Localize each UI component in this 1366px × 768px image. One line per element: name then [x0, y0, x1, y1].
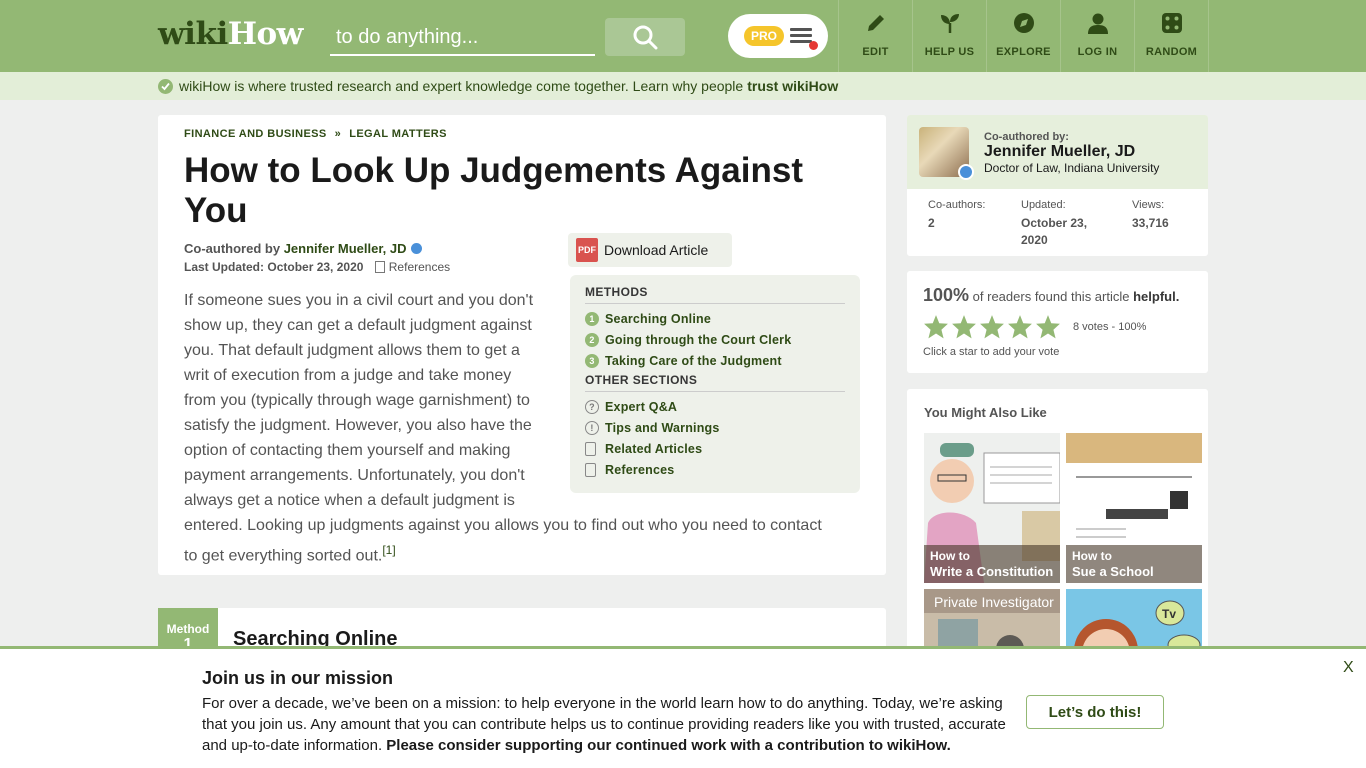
download-article-button[interactable]: PDF Download Article — [568, 233, 732, 267]
toc-related-articles[interactable]: Related Articles — [585, 438, 845, 459]
dice-icon — [1159, 10, 1185, 36]
banner-title: Join us in our mission — [202, 668, 394, 688]
citation-link[interactable]: [1] — [382, 543, 395, 557]
document-icon — [585, 462, 596, 477]
author-card: Co-authored by: Jennifer Mueller, JD Doc… — [907, 115, 1208, 256]
toc-method-3[interactable]: 3 Taking Care of the Judgment — [585, 350, 845, 371]
sprout-icon — [937, 10, 963, 36]
page-title: How to Look Up Judgements Against You — [184, 151, 803, 230]
helpful-summary: 100% of readers found this article helpf… — [923, 285, 1180, 305]
toc-method-1[interactable]: 1 Searching Online — [585, 308, 845, 329]
helpful-card: 100% of readers found this article helpf… — [907, 271, 1208, 373]
thumb-label: Private Investigator — [934, 594, 1054, 610]
nav-log-in[interactable]: LOG IN — [1061, 0, 1135, 72]
document-icon — [585, 441, 596, 456]
last-updated: Last Updated: October 23, 2020 Reference… — [184, 260, 451, 274]
wikihow-logo[interactable]: wikiHow — [158, 16, 303, 52]
star-icon[interactable] — [951, 314, 977, 340]
coauthor-line: Co-authored by Jennifer Mueller, JD — [184, 241, 422, 256]
svg-text:Tv: Tv — [1162, 607, 1176, 621]
toc-expert-qa[interactable]: ? Expert Q&A — [585, 396, 845, 417]
toc-other-heading: OTHER SECTIONS — [585, 373, 845, 392]
trust-text: wikiHow is where trusted research and ex… — [179, 78, 744, 94]
sidebar-author-name[interactable]: Jennifer Mueller, JD — [984, 143, 1135, 161]
close-banner-button[interactable]: X — [1343, 659, 1354, 677]
breadcrumb-separator: » — [334, 128, 342, 140]
search-input[interactable] — [330, 20, 595, 56]
nav-help-us[interactable]: HELP US — [913, 0, 987, 72]
stat-coauthors: Co-authors: 2 — [928, 199, 986, 230]
star-icon[interactable] — [979, 314, 1005, 340]
author-credentials: Doctor of Law, Indiana University — [984, 161, 1160, 175]
breadcrumb: FINANCE AND BUSINESS » LEGAL MATTERS — [184, 128, 447, 140]
site-header: wikiHow PRO EDIT HELP US EXPLORE — [0, 0, 1366, 72]
banner-text: For over a decade, we’ve been on a missi… — [202, 695, 1006, 754]
verified-icon — [410, 243, 422, 254]
hamburger-icon — [790, 28, 818, 50]
pdf-icon: PDF — [576, 238, 598, 262]
article-intro-card: FINANCE AND BUSINESS » LEGAL MATTERS How… — [158, 115, 886, 575]
verified-icon — [958, 164, 974, 180]
pencil-icon — [863, 10, 889, 36]
breadcrumb-legal[interactable]: LEGAL MATTERS — [349, 128, 447, 140]
compass-icon — [1011, 10, 1037, 36]
toc-references[interactable]: References — [585, 459, 845, 480]
nav-explore[interactable]: EXPLORE — [987, 0, 1061, 72]
stat-updated: Updated: October 23, 2020 — [1021, 199, 1088, 247]
nav-edit[interactable]: EDIT — [839, 0, 913, 72]
search-icon — [633, 25, 658, 50]
search-button[interactable] — [605, 18, 685, 56]
breadcrumb-finance[interactable]: FINANCE AND BUSINESS — [184, 128, 327, 140]
author-link[interactable]: Jennifer Mueller, JD — [284, 241, 407, 256]
check-icon — [158, 78, 173, 94]
toc-tips-warnings[interactable]: ! Tips and Warnings — [585, 417, 845, 438]
donation-banner: Join us in our mission For over a decade… — [0, 646, 1366, 768]
vote-count: 8 votes - 100% — [1073, 321, 1147, 333]
pro-menu-button[interactable]: PRO — [728, 14, 828, 58]
header-nav: EDIT HELP US EXPLORE LOG IN RANDOM — [838, 0, 1209, 72]
toc-methods-heading: METHODS — [585, 285, 845, 304]
toc-method-2[interactable]: 2 Going through the Court Clerk — [585, 329, 845, 350]
star-icon[interactable] — [923, 314, 949, 340]
references-icon — [374, 261, 385, 273]
related-articles-card: You Might Also Like How to Write a Const… — [907, 389, 1208, 669]
stat-views: Views: 33,716 — [1132, 199, 1169, 230]
notification-dot — [809, 41, 818, 50]
trust-bar: wikiHow is where trusted research and ex… — [0, 72, 1366, 100]
related-article-thumb[interactable]: How to Sue a School — [1066, 433, 1202, 583]
pro-badge: PRO — [744, 26, 784, 46]
trust-wikihow-link[interactable]: trust wikiHow — [747, 78, 838, 94]
star-icon[interactable] — [1035, 314, 1061, 340]
donate-button[interactable]: Let’s do this! — [1026, 695, 1164, 729]
add-vote-hint: Click a star to add your vote — [923, 346, 1060, 358]
question-icon: ? — [585, 399, 599, 414]
table-of-contents: METHODS 1 Searching Online 2 Going through… — [570, 275, 860, 493]
related-heading: You Might Also Like — [924, 405, 1047, 420]
star-icon[interactable] — [1007, 314, 1033, 340]
related-article-thumb[interactable]: How to Write a Constitution — [924, 433, 1060, 583]
references-link[interactable]: References — [389, 260, 450, 274]
star-rating: 8 votes - 100% — [923, 314, 1192, 340]
exclamation-icon: ! — [585, 420, 599, 435]
nav-random[interactable]: RANDOM — [1135, 0, 1209, 72]
user-icon — [1085, 10, 1111, 36]
